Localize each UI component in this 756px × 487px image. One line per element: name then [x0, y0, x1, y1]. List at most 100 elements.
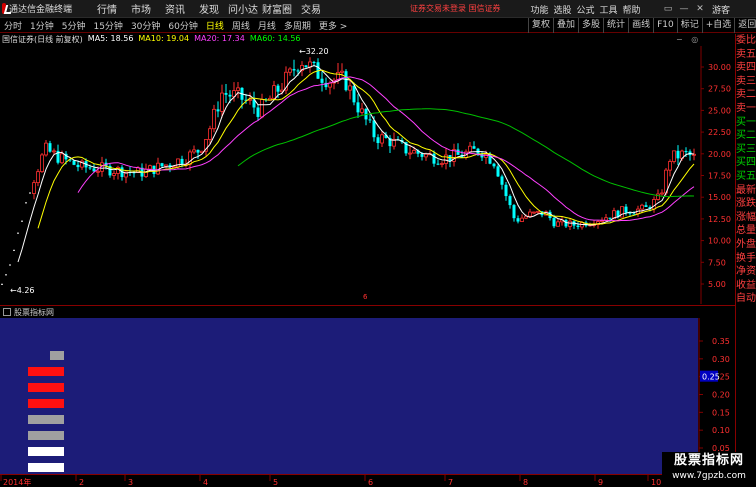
window-icon[interactable]	[3, 308, 11, 316]
minus-icon[interactable]: −	[676, 35, 683, 44]
candle-body	[496, 166, 500, 177]
price-tick-2: 25.00	[708, 106, 731, 115]
period-tab-3[interactable]: 15分钟	[89, 19, 126, 32]
right-menu-item-0[interactable]: 功能	[528, 3, 551, 16]
candles	[1, 57, 696, 285]
menu-item-6[interactable]: 交易	[294, 1, 328, 16]
candle-body	[536, 210, 540, 213]
candle-body	[568, 220, 572, 227]
candle-body	[660, 192, 664, 195]
tool-button-5[interactable]: F10	[653, 18, 677, 33]
tool-button-7[interactable]: +自选	[701, 18, 735, 33]
guest-label[interactable]: 游客	[712, 3, 730, 16]
candle-body	[348, 85, 352, 91]
tool-button-1[interactable]: 叠加	[553, 18, 578, 33]
menu-item-5[interactable]: 财富圈	[260, 1, 294, 16]
time-label-2: 3	[128, 478, 133, 487]
quote-label-19: 自动	[736, 293, 756, 305]
period-tab-6[interactable]: 日线	[202, 19, 228, 32]
right-menu-item-3[interactable]: 工具	[597, 3, 620, 16]
period-tab-9[interactable]: 多周期	[280, 19, 315, 32]
candle-body	[72, 160, 76, 165]
quote-label-1: 卖五	[736, 48, 756, 60]
max-price-label: ←32.20	[299, 47, 329, 56]
candle-body	[192, 149, 196, 153]
right-menu-item-4[interactable]: 帮助	[620, 3, 643, 16]
candle-body	[440, 163, 444, 165]
restore-icon[interactable]: ▭	[660, 4, 676, 14]
right-menu-item-1[interactable]: 选股	[551, 3, 574, 16]
candle-body	[436, 163, 440, 165]
candle-body	[292, 69, 296, 71]
tool-button-2[interactable]: 多股	[578, 18, 603, 33]
price-tick-10: 5.00	[708, 280, 726, 289]
period-tab-0[interactable]: 分时	[0, 19, 26, 32]
candle-body	[608, 217, 612, 219]
period-tab-5[interactable]: 60分钟	[164, 19, 201, 32]
time-axis: 2014年234567891011	[0, 474, 756, 487]
tool-button-6[interactable]: 标记	[676, 18, 702, 33]
settings-icon[interactable]: ◎	[691, 35, 698, 44]
min-price-label: ←4.26	[10, 286, 35, 295]
candle-body	[644, 205, 648, 207]
candle-body	[304, 65, 308, 68]
menu-item-0[interactable]: 行情	[90, 1, 124, 16]
menu-item-4[interactable]: 问小达	[226, 1, 260, 16]
tool-button-4[interactable]: 画线	[628, 18, 653, 33]
menu-item-3[interactable]: 发现	[192, 1, 226, 16]
candle-body	[412, 150, 416, 154]
period-tab-4[interactable]: 30分钟	[127, 19, 164, 32]
quote-label-15: 外盘	[736, 238, 756, 250]
period-tab-1[interactable]: 1分钟	[26, 19, 58, 32]
candle-body	[216, 109, 220, 112]
candle-body	[656, 193, 660, 200]
tool-button-3[interactable]: 统计	[603, 18, 628, 33]
time-label-5: 6	[368, 478, 373, 487]
candle-body	[160, 163, 164, 167]
right-menu-item-2[interactable]: 公式	[574, 3, 597, 16]
indicator-chart[interactable]: 0.350.300.250.200.150.100.050.25	[0, 318, 735, 474]
tool-button-0[interactable]: 复权	[528, 18, 553, 33]
time-label-0: 2014年	[3, 477, 31, 487]
chart-corner-controls: − ◎	[676, 35, 698, 44]
candlestick-chart[interactable]: 30.00 27.50 25.00 22.50 20.00 17.50 15.00 12.50…	[0, 46, 735, 304]
price-tick-7: 12.50	[708, 215, 731, 224]
candle-body	[44, 142, 48, 156]
candle-body	[684, 151, 688, 153]
candle-body	[360, 108, 364, 113]
candle-body	[444, 154, 448, 164]
minimize-icon[interactable]: —	[676, 4, 692, 14]
candle	[5, 274, 7, 276]
ma20-line	[77, 76, 695, 222]
menu-item-1[interactable]: 市场	[124, 1, 158, 16]
candle	[1, 283, 3, 285]
candle-body	[632, 213, 636, 215]
period-tabs: 分时 1分钟 5分钟 15分钟 30分钟 60分钟 日线 周线 月线 多周期 更多 >	[0, 19, 351, 32]
ma20-value: MA20: 17.34	[194, 34, 245, 43]
candle-body	[532, 211, 536, 214]
login-status[interactable]: 证券交易未登录 国信证券	[410, 3, 501, 14]
time-label-9: 10	[651, 478, 661, 487]
menu-item-2[interactable]: 资讯	[158, 1, 192, 16]
period-tab-2[interactable]: 5分钟	[58, 19, 90, 32]
period-tab-7[interactable]: 周线	[228, 19, 254, 32]
candle-body	[552, 218, 556, 227]
candle-body	[344, 71, 348, 91]
period-tab-10[interactable]: 更多 >	[315, 19, 351, 32]
candle-body	[556, 221, 560, 227]
candle-body	[500, 176, 504, 185]
indicator-bar	[28, 399, 64, 408]
indicator-bar	[28, 447, 64, 456]
candle-body	[36, 171, 40, 184]
watermark-title: 股票指标网	[673, 453, 744, 468]
quote-label-9: 买四	[736, 157, 756, 169]
candle-body	[176, 158, 180, 168]
period-tab-8[interactable]: 月线	[254, 19, 280, 32]
candle-body	[624, 206, 628, 213]
close-icon[interactable]: ✕	[692, 4, 708, 14]
candle-body	[156, 162, 160, 175]
candle-body	[40, 154, 44, 173]
tool-button-8[interactable]: 返回	[734, 18, 756, 33]
price-tick-9: 7.50	[708, 258, 726, 267]
indicator-bar	[28, 367, 64, 376]
